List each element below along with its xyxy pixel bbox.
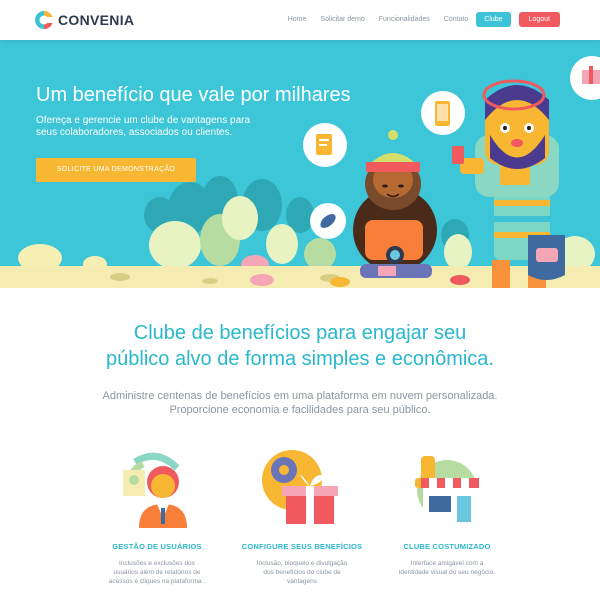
feature-desc-line: Interface amigável com a (410, 560, 484, 567)
main-nav: Home Solicitar demo Funcionalidades Cont… (274, 12, 560, 27)
feature-desc-line: identidade visual do seu negócio. (398, 569, 496, 576)
hero-subtitle: Ofereça e gerencie um clube de vantagens… (36, 115, 251, 138)
gift-settings-icon (262, 450, 338, 524)
girl-character (353, 130, 437, 278)
feature-description: Inclusões e exclusões dos usuários além … (77, 559, 237, 586)
feature-desc-line: Inclusões e exclusões dos (119, 560, 195, 567)
top-header: CONVENIA Home Solicitar demo Funcionalid… (0, 0, 600, 40)
feature-desc-line: acessos e cliques na plataforma . (108, 578, 206, 585)
clube-button[interactable]: Clube (476, 12, 511, 27)
feature-desc-line: dos benefícios do clube de (263, 569, 341, 576)
section-description-line-1: Administre centenas de benefícios em uma… (102, 390, 498, 402)
feature-description: Interface amigável com a identidade visu… (367, 559, 527, 577)
section-title-line-2: público alvo de forma simples e econômic… (106, 348, 494, 370)
section-description-line-2: Proporcione economia e facilidades para … (169, 404, 431, 416)
section-title-line-1: Clube de benefícios para engajar seu (133, 322, 467, 344)
logo-text: CONVENIA (58, 12, 135, 28)
request-demo-button[interactable]: SOLICITE UMA DEMONSTRAÇÃO (36, 158, 196, 182)
gift-bubble-icon (570, 56, 600, 100)
nav-link-home[interactable]: Home (288, 16, 307, 23)
hero-title: Um benefício que vale por milhares (36, 84, 351, 106)
hero-banner: Um benefício que vale por milhares Ofere… (0, 40, 600, 288)
section-title: Clube de benefícios para engajar seu púb… (0, 320, 600, 372)
smartphone-bubble-icon (421, 91, 465, 135)
logout-button[interactable]: Logout (518, 12, 560, 27)
feature-desc-line: usuários além de relatórios de (113, 569, 201, 576)
feature-user-management: GESTÃO DE USUÁRIOS Inclusões e exclusões… (77, 448, 237, 586)
feature-title: CONFIGURE SEUS BENEFÍCIOS (241, 542, 363, 551)
feature-desc-line: vantagens (287, 578, 317, 585)
feature-desc-line: Inclusão, bloqueio e divulgação (256, 560, 348, 567)
feature-title: CLUBE COSTUMIZADO (403, 542, 491, 551)
document-bubble-icon (303, 123, 347, 167)
nav-link-solicitar-demo[interactable]: Solicitar demo (320, 16, 364, 23)
feature-custom-club: CLUBE COSTUMIZADO Interface amigável com… (367, 448, 527, 577)
storefront-icon (415, 456, 479, 522)
convenia-logo-icon (35, 11, 54, 29)
convenia-logo[interactable]: CONVENIA (34, 10, 134, 30)
feature-configure-benefits: CONFIGURE SEUS BENEFÍCIOS Inclusão, bloq… (222, 448, 382, 586)
feature-description: Inclusão, bloqueio e divulgação dos bene… (222, 559, 382, 586)
section-description: Administre centenas de benefícios em uma… (0, 389, 600, 417)
leaf-bubble-icon (310, 203, 346, 239)
nav-link-funcionalidades[interactable]: Funcionalidades (379, 16, 430, 23)
feature-title: GESTÃO DE USUÁRIOS (112, 542, 202, 551)
nav-link-contato[interactable]: Contato (444, 16, 469, 23)
users-management-icon (123, 452, 187, 528)
